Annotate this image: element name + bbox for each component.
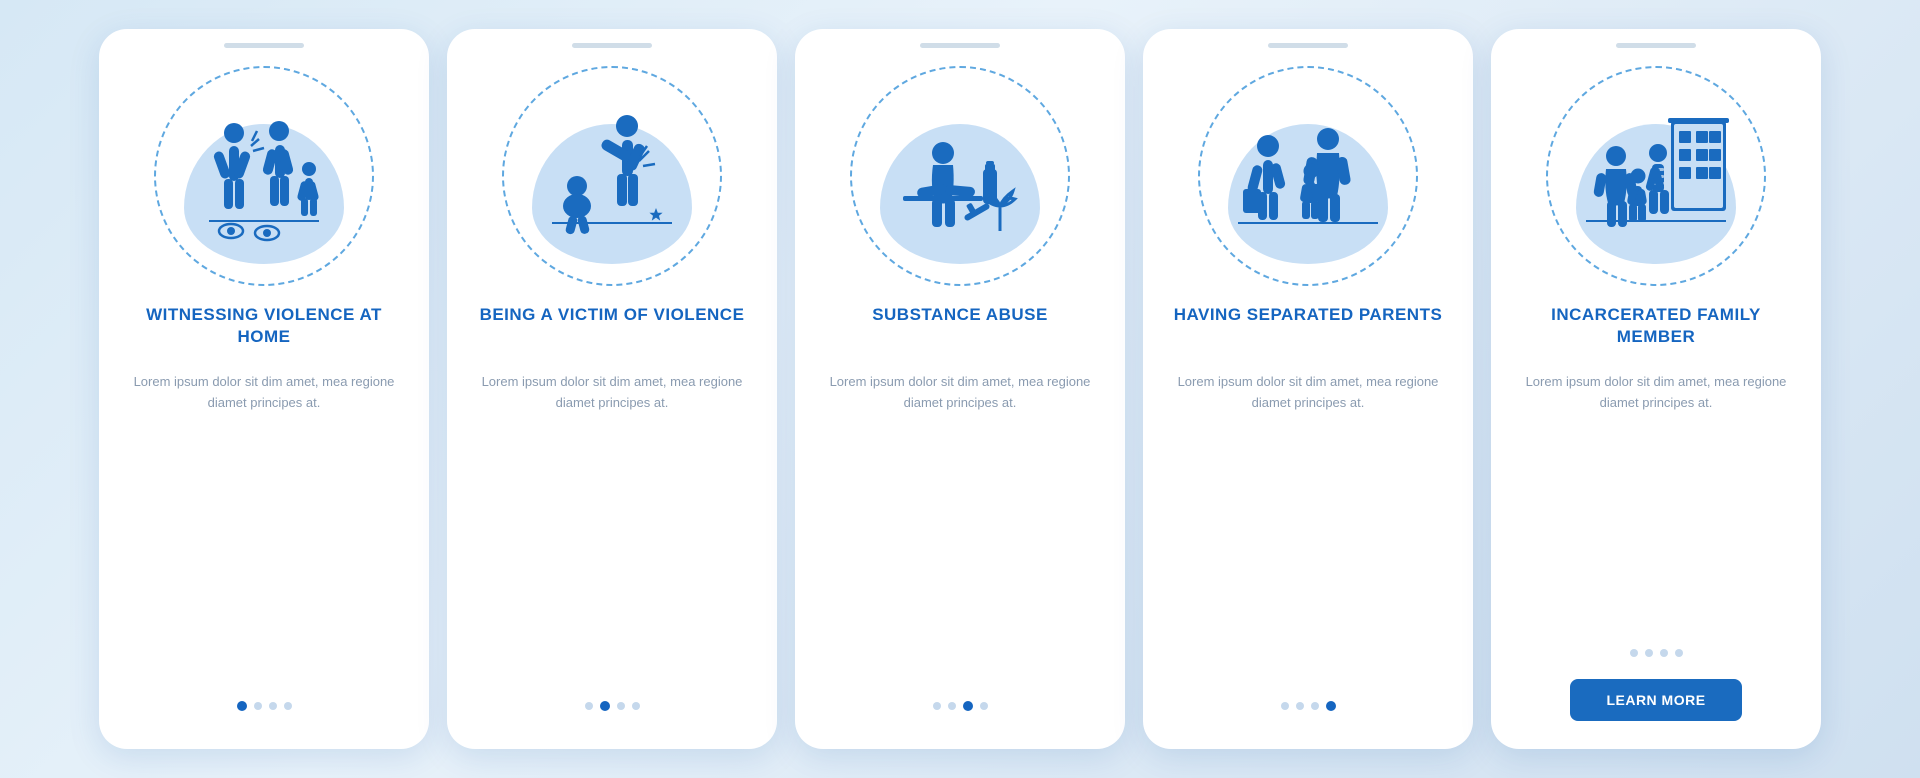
card-top-bar — [920, 43, 1000, 48]
card-top-bar — [1616, 43, 1696, 48]
dots-row-3 — [933, 701, 988, 711]
dot — [1281, 702, 1289, 710]
card-body-3: Lorem ipsum dolor sit dim amet, mea regi… — [823, 372, 1097, 683]
card-title-4: HAVING SEPARATED PARENTS — [1174, 304, 1443, 356]
cards-container: WITNESSING VIOLENCE AT HOME Lorem ipsum … — [79, 9, 1841, 769]
dot — [980, 702, 988, 710]
dot — [1660, 649, 1668, 657]
icon-circle-3 — [850, 66, 1070, 286]
card-top-bar — [224, 43, 304, 48]
icon-circle-1 — [154, 66, 374, 286]
dot-active — [237, 701, 247, 711]
dots-row-4 — [1281, 701, 1336, 711]
dot — [1675, 649, 1683, 657]
icon-circle-5 — [1546, 66, 1766, 286]
card-top-bar — [1268, 43, 1348, 48]
dot-active — [963, 701, 973, 711]
violence-home-icon — [179, 91, 349, 261]
incarcerated-family-icon — [1571, 91, 1741, 261]
card-icon-area-3 — [823, 66, 1097, 286]
substance-abuse-icon — [875, 91, 1045, 261]
dot — [269, 702, 277, 710]
dot-active — [1326, 701, 1336, 711]
dot — [1645, 649, 1653, 657]
card-icon-area-5 — [1519, 66, 1793, 286]
dots-row-5 — [1630, 649, 1683, 657]
card-victim-violence: BEING A VICTIM OF VIOLENCE Lorem ipsum d… — [447, 29, 777, 749]
card-top-bar — [572, 43, 652, 48]
card-body-1: Lorem ipsum dolor sit dim amet, mea regi… — [127, 372, 401, 683]
dot — [585, 702, 593, 710]
card-title-2: BEING A VICTIM OF VIOLENCE — [480, 304, 745, 356]
dot — [948, 702, 956, 710]
dot — [933, 702, 941, 710]
dot — [254, 702, 262, 710]
card-title-3: SUBSTANCE ABUSE — [872, 304, 1048, 356]
card-body-5: Lorem ipsum dolor sit dim amet, mea regi… — [1519, 372, 1793, 631]
card-incarcerated-family: INCARCERATED FAMILY MEMBER Lorem ipsum d… — [1491, 29, 1821, 749]
dot — [1296, 702, 1304, 710]
card-separated-parents: HAVING SEPARATED PARENTS Lorem ipsum dol… — [1143, 29, 1473, 749]
card-body-4: Lorem ipsum dolor sit dim amet, mea regi… — [1171, 372, 1445, 683]
card-substance-abuse: SUBSTANCE ABUSE Lorem ipsum dolor sit di… — [795, 29, 1125, 749]
dot — [1311, 702, 1319, 710]
dot — [632, 702, 640, 710]
card-title-1: WITNESSING VIOLENCE AT HOME — [127, 304, 401, 356]
separated-parents-icon — [1223, 91, 1393, 261]
card-icon-area-4 — [1171, 66, 1445, 286]
dots-row-1 — [237, 701, 292, 711]
dot — [1630, 649, 1638, 657]
learn-more-button[interactable]: LEARN MORE — [1570, 679, 1741, 721]
dot — [284, 702, 292, 710]
dot-active — [600, 701, 610, 711]
icon-circle-4 — [1198, 66, 1418, 286]
icon-circle-2 — [502, 66, 722, 286]
victim-violence-icon — [527, 91, 697, 261]
card-title-5: INCARCERATED FAMILY MEMBER — [1519, 304, 1793, 356]
card-icon-area-1 — [127, 66, 401, 286]
card-icon-area-2 — [475, 66, 749, 286]
dots-row-2 — [585, 701, 640, 711]
card-witnessing-violence: WITNESSING VIOLENCE AT HOME Lorem ipsum … — [99, 29, 429, 749]
dot — [617, 702, 625, 710]
card-body-2: Lorem ipsum dolor sit dim amet, mea regi… — [475, 372, 749, 683]
